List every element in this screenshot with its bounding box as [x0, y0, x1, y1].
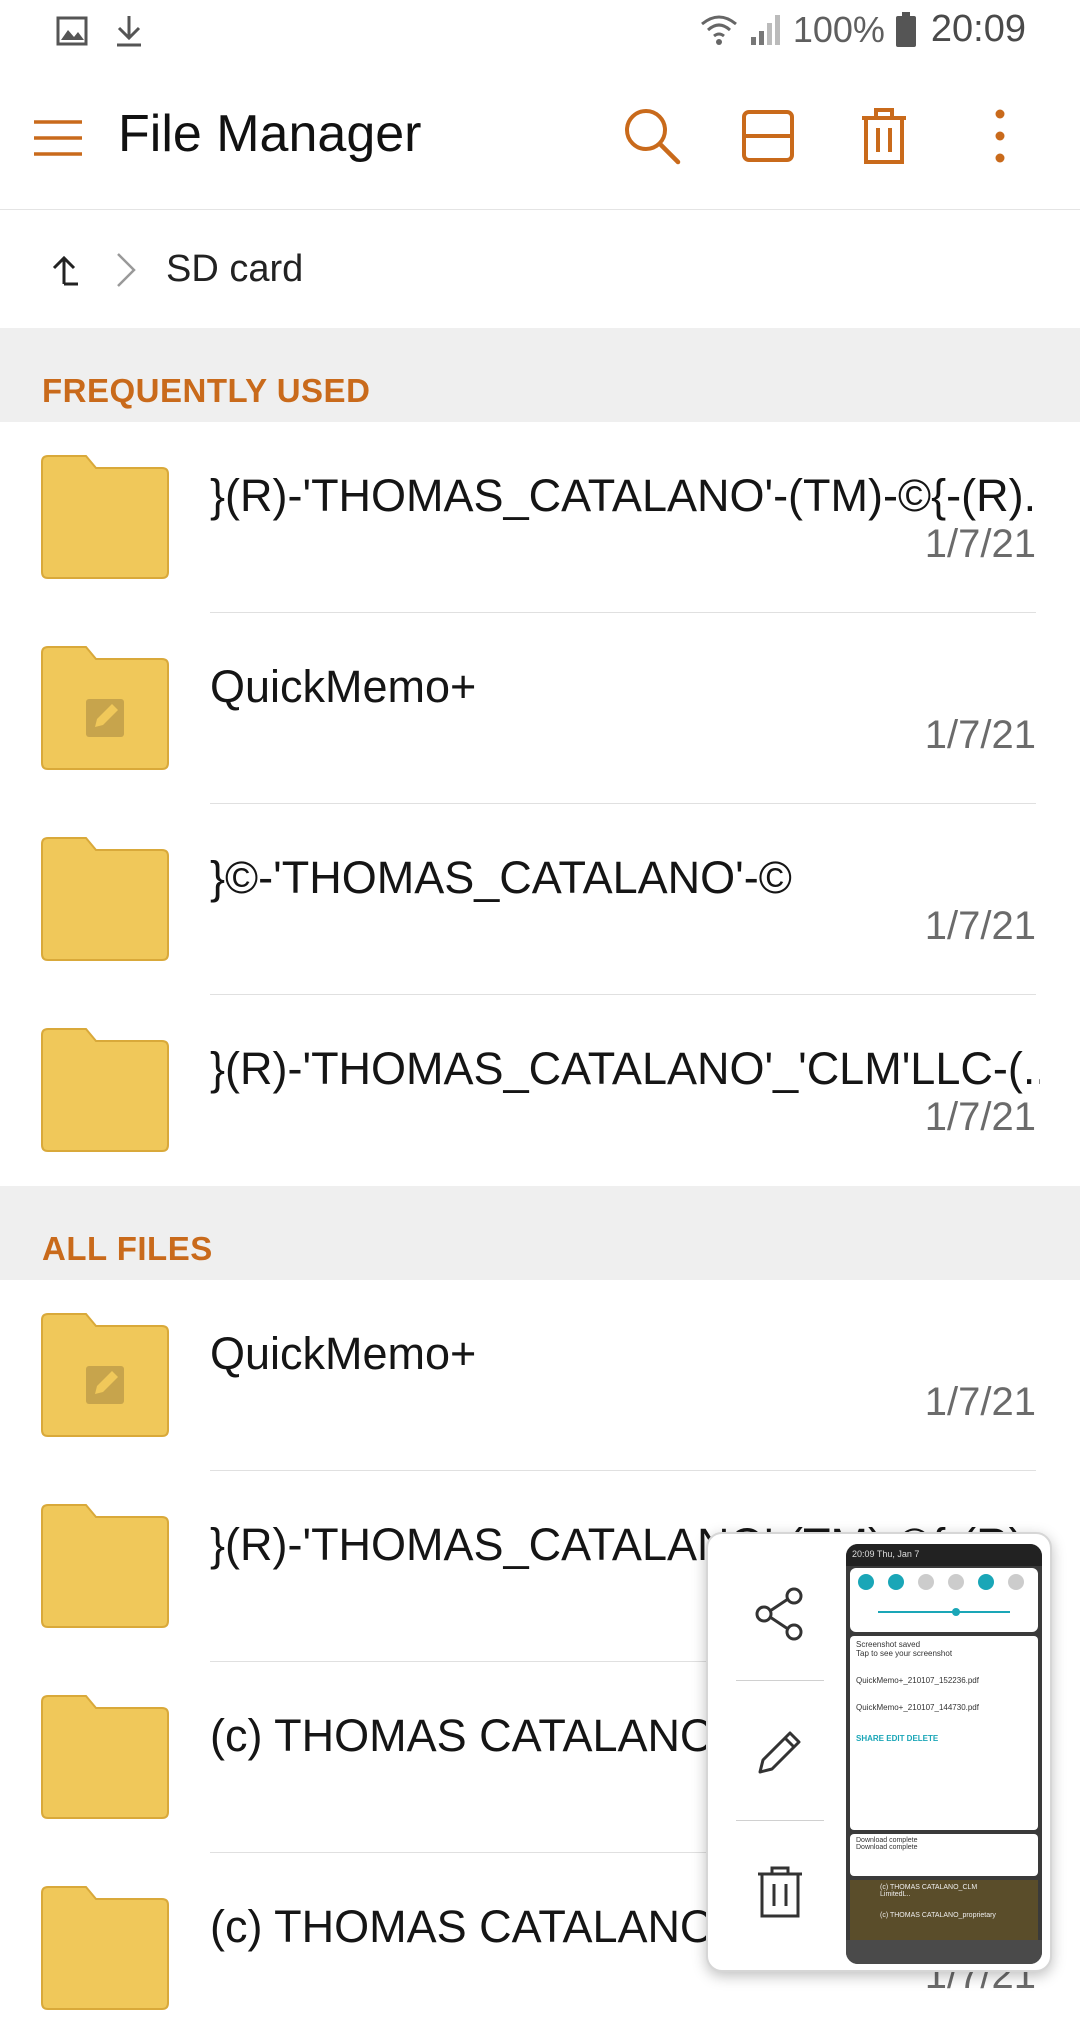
file-date: 1/7/21	[924, 1095, 1036, 1139]
thumb-download: Download complete	[856, 1837, 918, 1844]
more-icon	[995, 109, 1005, 163]
breadcrumb-location[interactable]: SD card	[166, 248, 303, 291]
share-icon	[755, 1587, 803, 1641]
screenshot-actions	[708, 1534, 848, 1970]
trash-icon	[758, 1866, 802, 1918]
screenshot-thumbnail[interactable]: 20:09 Thu, Jan 7 Screenshot saved Tap to…	[846, 1544, 1042, 1964]
folder-icon	[41, 1886, 169, 2010]
folder-icon	[41, 646, 169, 770]
folder-icon	[41, 455, 169, 579]
file-name: QuickMemo+	[210, 661, 477, 712]
thumb-downloads: Download complete Download complete	[850, 1834, 1038, 1876]
divider	[736, 1820, 824, 1821]
section-header-frequently-used: FREQUENTLY USED	[0, 328, 1080, 422]
thumb-list-item: (c) THOMAS CATALANO_proprietary	[880, 1912, 996, 1919]
thumb-file-list: (c) THOMAS CATALANO_CLM LimitedL.. (c) T…	[850, 1880, 1038, 1940]
view-icon	[742, 110, 794, 162]
battery-percent: 100%	[792, 8, 885, 50]
edit-icon	[86, 1366, 124, 1404]
folder-icon	[41, 1695, 169, 1819]
battery-icon	[895, 11, 916, 47]
folder-icon	[41, 1028, 169, 1152]
gallery-icon	[56, 16, 88, 46]
screenshot-popup: 20:09 Thu, Jan 7 Screenshot saved Tap to…	[706, 1532, 1052, 1972]
file-row[interactable]: }©-'THOMAS_CATALANO'-© 1/7/21	[0, 804, 1080, 995]
thumb-file: QuickMemo+_210107_152236.pdf	[856, 1676, 979, 1685]
up-button[interactable]	[44, 250, 84, 290]
search-icon	[625, 109, 681, 165]
delete-screenshot-button[interactable]	[728, 1832, 832, 1952]
chevron-right-icon	[112, 250, 140, 290]
status-bar: 100% 20:09	[0, 0, 1080, 64]
section-title: ALL FILES	[42, 1230, 213, 1267]
delete-icon	[862, 108, 906, 164]
file-date: 1/7/21	[924, 522, 1036, 566]
thumb-title: Screenshot saved	[856, 1640, 921, 1649]
share-button[interactable]	[728, 1554, 832, 1674]
view-toggle-button[interactable]	[736, 104, 800, 168]
folder-icon	[41, 1504, 169, 1628]
edit-button[interactable]	[728, 1692, 832, 1812]
section-title: FREQUENTLY USED	[42, 372, 371, 409]
file-name: }(R)-'THOMAS_CATALANO'-(TM)-©{-(R)..	[210, 470, 1040, 521]
up-icon	[52, 255, 78, 286]
menu-button[interactable]	[30, 110, 86, 166]
search-button[interactable]	[620, 104, 684, 168]
file-name: }©-'THOMAS_CATALANO'-©	[210, 852, 792, 903]
folder-icon	[41, 1313, 169, 1437]
thumb-status: 20:09 Thu, Jan 7	[846, 1544, 1042, 1566]
divider	[736, 1680, 824, 1681]
thumb-subtitle: Tap to see your screenshot	[856, 1649, 953, 1658]
download-icon	[117, 16, 141, 47]
file-date: 1/7/21	[924, 1380, 1036, 1424]
menu-icon	[34, 120, 82, 156]
thumb-list-item: (c) THOMAS CATALANO_CLM LimitedL..	[880, 1884, 978, 1898]
wifi-icon	[700, 15, 737, 45]
clock: 20:09	[930, 8, 1026, 50]
file-name: QuickMemo+	[210, 1328, 477, 1379]
file-row[interactable]: }(R)-'THOMAS_CATALANO'_'CLM'LLC-(.. 1/7/…	[0, 995, 1080, 1186]
file-row[interactable]: QuickMemo+ 1/7/21	[0, 613, 1080, 804]
app-title: File Manager	[118, 105, 422, 163]
file-date: 1/7/21	[924, 904, 1036, 948]
thumb-nav-bar	[846, 1940, 1042, 1964]
delete-button[interactable]	[852, 104, 916, 168]
thumb-download: Download complete	[856, 1844, 918, 1851]
folder-icon	[41, 837, 169, 961]
breadcrumb: SD card	[0, 210, 1080, 328]
thumb-quick-settings	[850, 1568, 1038, 1632]
signal-icon	[750, 14, 780, 45]
app-bar: File Manager	[0, 64, 1080, 210]
section-header-all-files: ALL FILES	[0, 1186, 1080, 1280]
file-row[interactable]: }(R)-'THOMAS_CATALANO'-(TM)-©{-(R).. 1/7…	[0, 422, 1080, 613]
file-name: }(R)-'THOMAS_CATALANO'_'CLM'LLC-(..	[210, 1043, 1040, 1094]
edit-icon	[86, 699, 124, 737]
thumb-notification: Screenshot saved Tap to see your screens…	[850, 1636, 1038, 1830]
more-options-button[interactable]	[968, 104, 1032, 168]
file-date: 1/7/21	[924, 713, 1036, 757]
thumb-file: QuickMemo+_210107_144730.pdf	[856, 1703, 979, 1712]
thumb-actions: SHARE EDIT DELETE	[856, 1734, 939, 1743]
file-row[interactable]: QuickMemo+ 1/7/21	[0, 1280, 1080, 1471]
pencil-icon	[758, 1731, 801, 1774]
